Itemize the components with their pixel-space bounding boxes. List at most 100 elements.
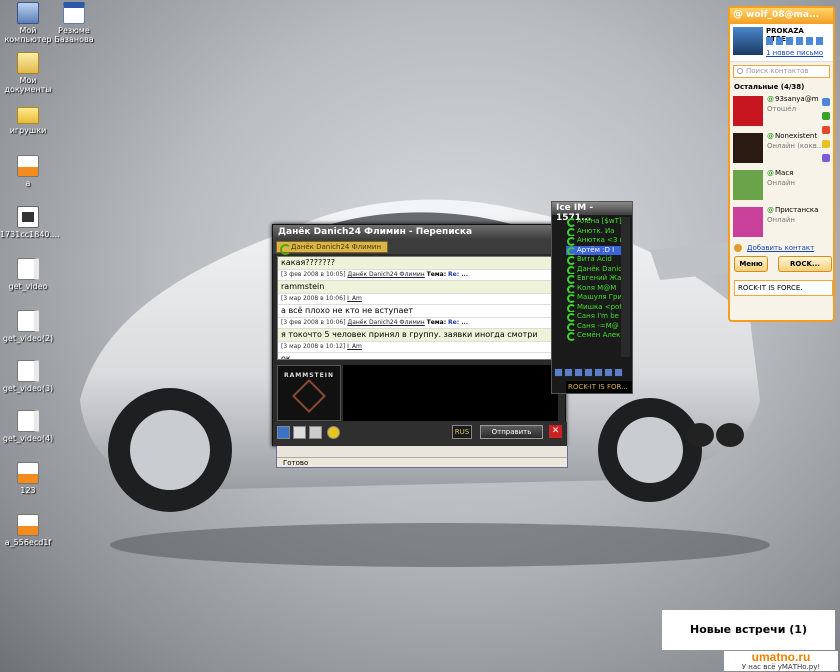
desktop-icon-resume[interactable]: Резюме Базанова	[46, 2, 102, 44]
contact-avatar	[733, 96, 763, 126]
status-icon[interactable]	[614, 368, 623, 377]
ice-contact[interactable]: Артём :D I	[566, 245, 622, 255]
desktop-icon-get-video[interactable]: get_video	[0, 258, 56, 291]
ice-contact[interactable]: Саня I'm be	[566, 312, 622, 322]
music-icon[interactable]	[822, 154, 830, 162]
ice-contact[interactable]: Анютка <3 п	[566, 236, 622, 246]
contact-avatar	[733, 133, 763, 163]
message: а всё плохо не кто не вступает	[278, 305, 557, 317]
contact-item[interactable]: 93sanya@m Отошёл	[730, 94, 833, 130]
ice-contact[interactable]: Машуля Гри	[566, 293, 622, 303]
ice-contact[interactable]: Анютк. Йа	[566, 227, 622, 236]
contacts-icon[interactable]	[564, 368, 573, 377]
image-file-icon	[17, 514, 39, 536]
smiley-icon[interactable]	[327, 426, 340, 439]
contact-name: Мася	[767, 169, 827, 177]
ice-contact[interactable]: Коля M@M	[566, 284, 622, 293]
close-chat-button[interactable]: ✕	[549, 425, 562, 438]
contact-avatar	[733, 170, 763, 200]
desktop-icon-my-documents[interactable]: Мои документы	[0, 52, 56, 94]
computer-icon	[17, 2, 39, 24]
ice-contact[interactable]: Семён Алек	[566, 331, 622, 341]
desktop-icon-label: a_556ecd1f	[4, 538, 52, 547]
mail-icon[interactable]	[574, 368, 583, 377]
chat-icon[interactable]	[822, 98, 830, 106]
weather-icon[interactable]	[822, 140, 830, 148]
word-document-icon	[63, 2, 85, 24]
contact-group[interactable]: Остальные (4/38)	[730, 81, 833, 93]
desktop-icon-label: get_video	[8, 282, 48, 291]
desktop-icon-label: Резюме Базанова	[54, 26, 94, 44]
desktop-icon-label: 123	[20, 486, 36, 495]
message-log[interactable]: какая??????? [3 фев 2008 в 10:05] Данёк …	[277, 256, 558, 360]
games-icon[interactable]	[822, 126, 830, 134]
contact-item[interactable]: Nonexistent Онлайн (кокв...	[730, 131, 833, 167]
desktop-icon-games-folder[interactable]: игрушки	[0, 103, 56, 135]
checkmark-icon[interactable]	[277, 426, 290, 439]
chat-window: Данёк Danich24 Флимин - Переписка Данёк …	[272, 224, 567, 446]
mail-agent-window: wolf_08@ma... PROKAZA STRE... 1 новое пи…	[728, 6, 835, 322]
chat-window-title[interactable]: Данёк Danich24 Флимин - Переписка	[273, 225, 565, 240]
contact-item[interactable]: Мася Онлайн	[730, 168, 833, 204]
message-input[interactable]	[343, 365, 558, 421]
sms-icon[interactable]	[822, 112, 830, 120]
desktop-icon-a556[interactable]: a_556ecd1f	[0, 514, 56, 547]
ice-contact[interactable]: Саня -=M@	[566, 322, 622, 331]
image-file-icon	[17, 462, 39, 484]
mail-agent-buttons: Меню ROCK...	[734, 256, 833, 274]
desktop-icon-label: get_video(3)	[2, 384, 54, 393]
search-icon[interactable]	[584, 368, 593, 377]
ice-contact[interactable]: Евгений Жа	[566, 274, 622, 284]
message: я токочто 5 человек принял в группу. зая…	[278, 329, 557, 341]
mail-agent-title[interactable]: wolf_08@ma...	[730, 8, 833, 24]
ice-im-title[interactable]: Ice IM - 1571...	[552, 202, 632, 223]
menu-button[interactable]: Меню	[734, 256, 768, 272]
contact-avatar: RAMMSTEIN	[277, 365, 341, 421]
history-icon[interactable]	[309, 426, 322, 439]
contact-avatar	[733, 207, 763, 237]
desktop-icon-label: 1731cc1840....	[0, 230, 60, 239]
desktop-icon-label: get_video(2)	[2, 334, 54, 343]
video-file-icon	[17, 360, 39, 382]
ice-contact[interactable]: Данёк Danic	[566, 265, 622, 274]
desktop-icon-get-video-2[interactable]: get_video(2)	[0, 310, 56, 343]
desktop-icon-get-video-4[interactable]: get_video(4)	[0, 410, 56, 443]
desktop-icon-a[interactable]: a	[0, 155, 56, 188]
rammstein-logo-icon	[292, 379, 326, 413]
message: rammstein	[278, 281, 557, 293]
meetings-notification[interactable]: Новые встречи (1)	[662, 610, 835, 650]
chat-tab[interactable]: Данёк Danich24 Флимин	[276, 241, 389, 255]
ice-contact[interactable]: Мишка <pot	[566, 303, 622, 312]
contact-name: Nonexistent	[767, 132, 827, 140]
contact-status: Отошёл	[767, 105, 797, 113]
ice-contact[interactable]: Алёна [$wT]	[566, 217, 622, 227]
desktop-icon-label: игрушки	[9, 126, 47, 135]
desktop-icon-123[interactable]: 123	[0, 462, 56, 495]
mail-agent-sidebar	[822, 98, 831, 228]
desktop-icon-1731cc[interactable]: 1731cc1840....	[0, 206, 60, 239]
ice-scrollbar[interactable]	[621, 217, 630, 357]
contact-search-input[interactable]: Поиск контактов	[733, 65, 830, 78]
ice-status-message[interactable]: ROCK-IT IS FOR...	[566, 381, 632, 393]
chat-toolbar: RUS Отправить ✕	[273, 422, 567, 446]
status-button[interactable]: ROCK...	[778, 256, 832, 272]
browser-window-behind: Готово	[276, 446, 568, 468]
add-contact-link[interactable]: Добавить контакт	[730, 244, 833, 252]
profile-toolbar-icons[interactable]	[766, 37, 826, 45]
desktop-icon-get-video-3[interactable]: get_video(3)	[0, 360, 56, 393]
video-file-icon	[17, 258, 39, 280]
ice-contact-list[interactable]: Алёна [$wT] Анютк. Йа Анютка <3 п Артём …	[566, 217, 622, 350]
language-toggle[interactable]: RUS	[452, 425, 472, 439]
file-icon[interactable]	[293, 426, 306, 439]
history-icon[interactable]	[594, 368, 603, 377]
status-message[interactable]: ROCK-IT IS FORCE.	[734, 280, 833, 296]
profile-avatar[interactable]	[733, 27, 763, 55]
sound-icon[interactable]	[604, 368, 613, 377]
desktop-icon-label: Мой компьютер	[4, 26, 52, 44]
message-header: [3 мар 2008 в 10:06] I_Am	[278, 293, 557, 305]
ice-contact[interactable]: Вита Acid	[566, 255, 622, 265]
new-mail-link[interactable]: 1 новое письмо	[766, 49, 823, 57]
send-button[interactable]: Отправить	[480, 425, 543, 439]
contact-item[interactable]: Пристанска Онлайн	[730, 205, 833, 241]
settings-icon[interactable]	[554, 368, 563, 377]
